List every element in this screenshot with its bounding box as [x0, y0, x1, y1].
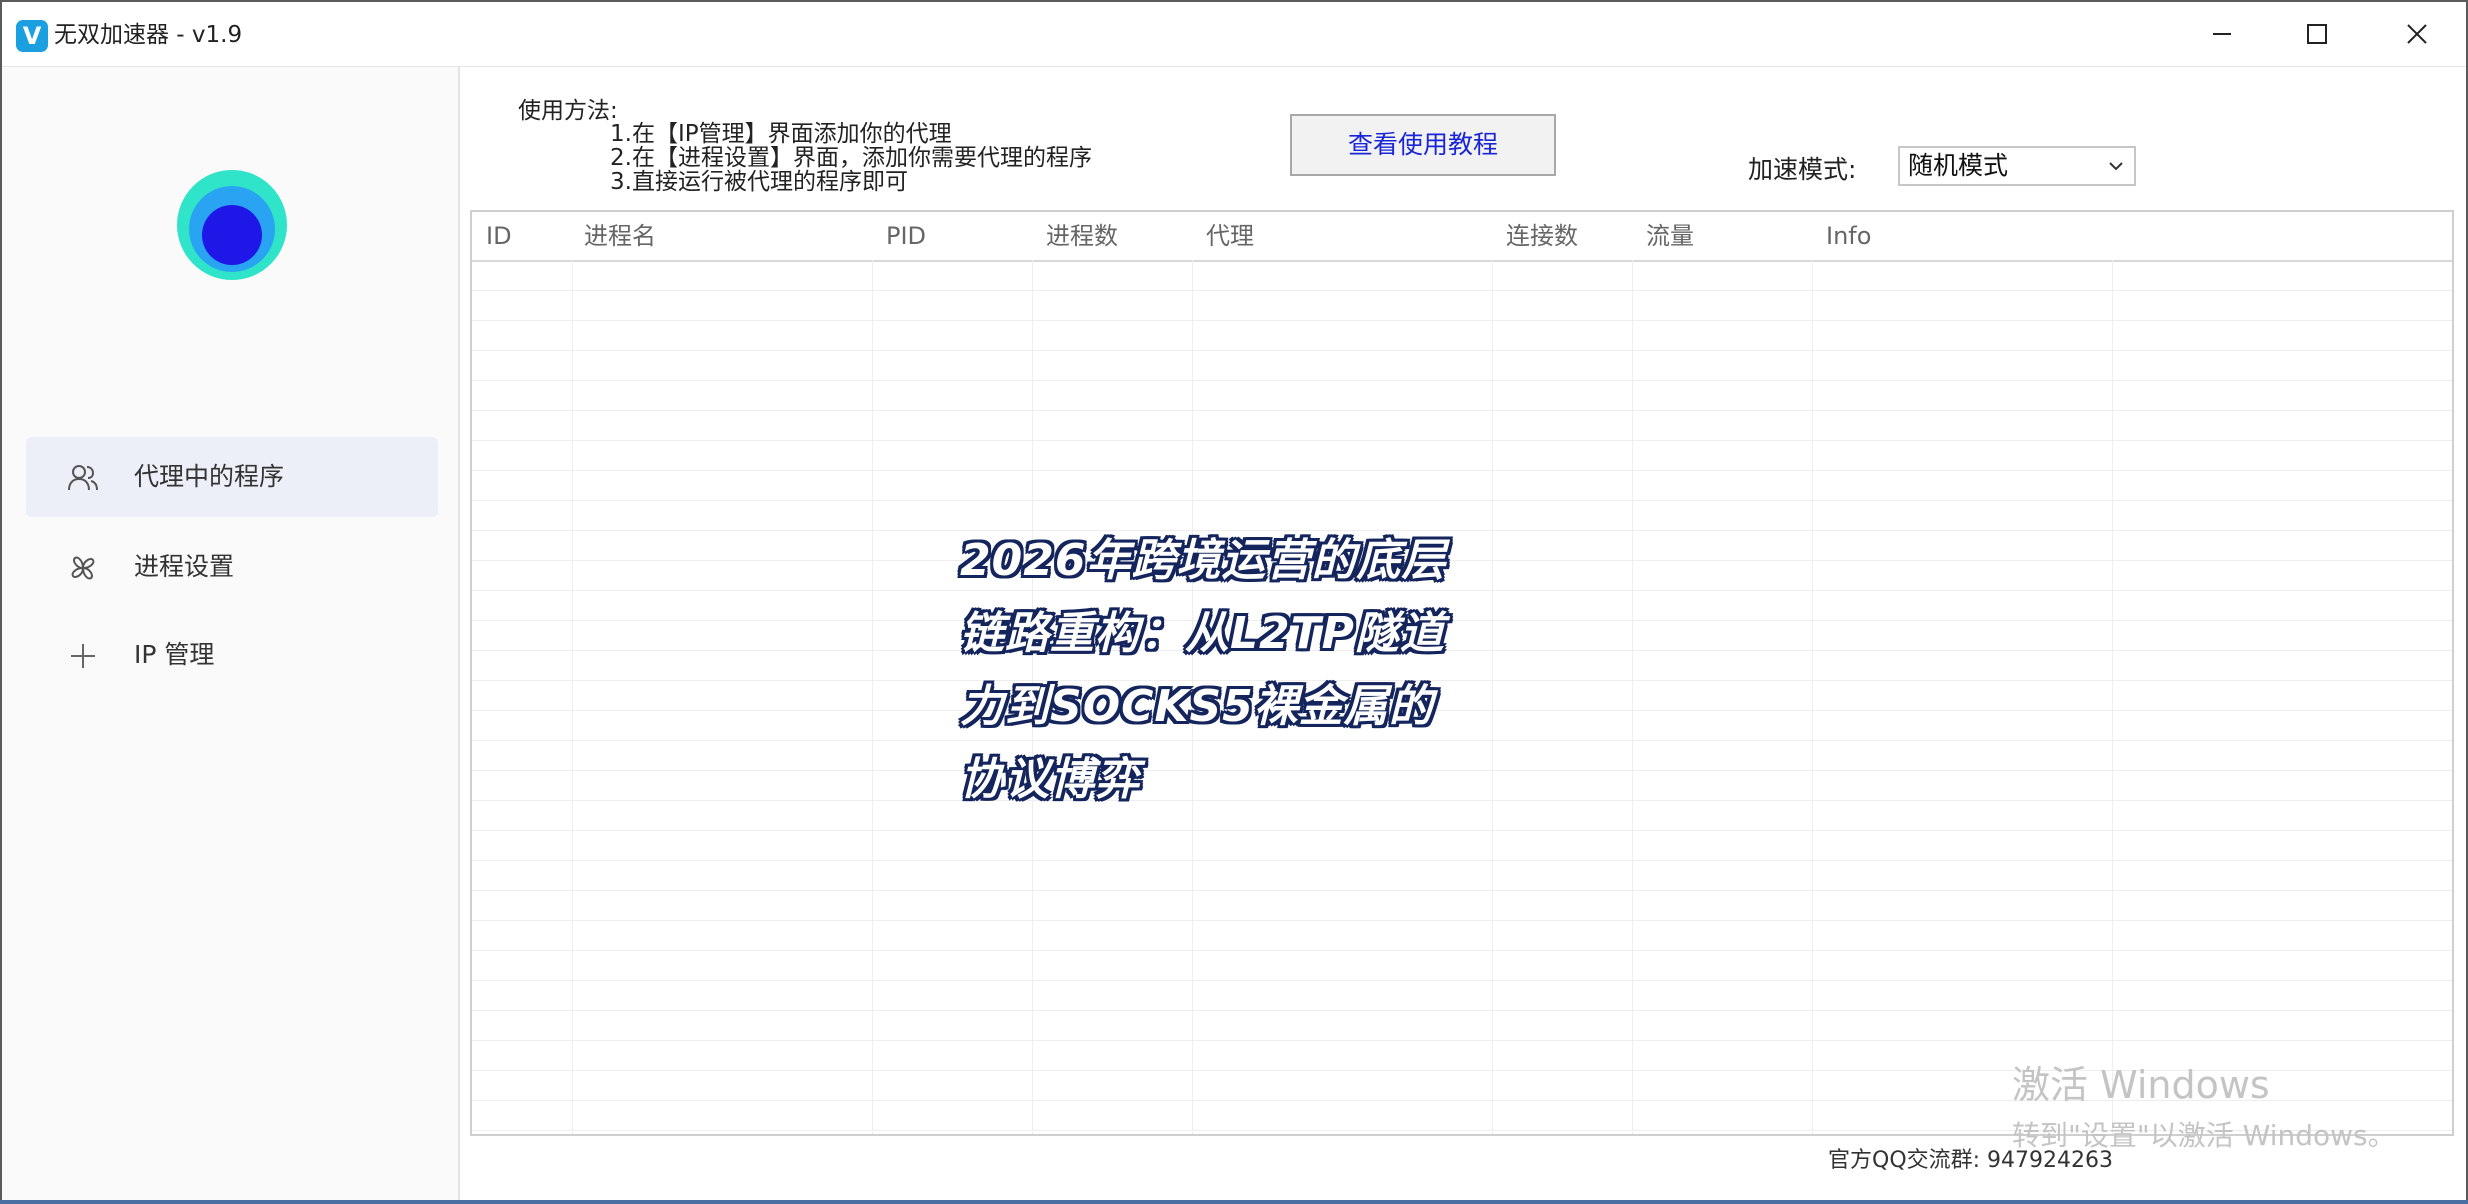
app-avatar-icon: [177, 170, 287, 280]
acceleration-mode-label: 加速模式:: [1748, 155, 1857, 184]
overlay-line: 2026年跨境运营的底层: [960, 535, 1447, 586]
column-header-connections[interactable]: 连接数: [1506, 212, 1578, 260]
plus-icon: [71, 644, 95, 668]
grid-row-line: [472, 890, 2452, 891]
overlay-line: 协议博弈: [960, 754, 1140, 805]
overlay-line: 力到SOCKS5裸金属的: [960, 681, 1434, 732]
sidebar-item-label: IP 管理: [134, 640, 215, 669]
grid-row-line: [472, 290, 2452, 291]
grid-row-line: [472, 950, 2452, 951]
window-title: 无双加速器 - v1.9: [54, 22, 243, 48]
grid-row-line: [472, 380, 2452, 381]
qq-group-footer: 官方QQ交流群: 947924263: [1828, 1148, 2114, 1173]
close-icon: [2407, 24, 2427, 44]
grid-column-line: [572, 260, 573, 1134]
grid-row-line: [472, 1010, 2452, 1011]
taskbar-edge: [0, 1200, 2468, 1204]
app-window: V 无双加速器 - v1.9 代理中的程序 进程设置 IP 管理 使用方法: 1…: [0, 0, 2468, 1204]
view-tutorial-button[interactable]: 查看使用教程: [1290, 114, 1556, 176]
grid-row-line: [472, 920, 2452, 921]
grid-row-line: [472, 320, 2452, 321]
column-header-pid[interactable]: PID: [886, 212, 926, 260]
table-header: ID 进程名 PID 进程数 代理 连接数 流量 Info: [472, 212, 2452, 262]
grid-column-line: [1812, 260, 1813, 1134]
minimize-button[interactable]: [2172, 2, 2272, 66]
column-header-proxy[interactable]: 代理: [1206, 212, 1254, 260]
usage-step: 3.直接运行被代理的程序即可: [610, 169, 908, 195]
maximize-icon: [2307, 24, 2327, 44]
article-title-overlay: 2026年跨境运营的底层 链路重构：从L2TP隧道 力到SOCKS5裸金属的 协…: [960, 524, 1580, 816]
column-header-process-name[interactable]: 进程名: [584, 212, 656, 260]
chevron-down-icon: [2109, 162, 2123, 171]
overlay-line: 链路重构：从L2TP隧道: [960, 608, 1445, 659]
grid-column-line: [1632, 260, 1633, 1134]
maximize-button[interactable]: [2267, 2, 2367, 66]
column-header-traffic[interactable]: 流量: [1646, 212, 1694, 260]
usage-title: 使用方法:: [518, 98, 618, 124]
grid-row-line: [472, 410, 2452, 411]
grid-column-line: [872, 260, 873, 1134]
sidebar-item-label: 进程设置: [134, 552, 235, 581]
sidebar: 代理中的程序 进程设置 IP 管理: [2, 67, 460, 1202]
sidebar-item-process-settings[interactable]: 进程设置: [26, 527, 438, 607]
grid-row-line: [472, 470, 2452, 471]
title-bar[interactable]: V 无双加速器 - v1.9: [2, 2, 2466, 67]
column-header-process-count[interactable]: 进程数: [1046, 212, 1118, 260]
grid-column-line: [2112, 260, 2113, 1134]
acceleration-mode-select[interactable]: 随机模式: [1898, 146, 2136, 186]
grid-row-line: [472, 350, 2452, 351]
app-logo-icon: V: [16, 20, 48, 52]
grid-row-line: [472, 980, 2452, 981]
mode-select-value: 随机模式: [1908, 151, 2009, 180]
grid-row-line: [472, 1040, 2452, 1041]
grid-row-line: [472, 860, 2452, 861]
sidebar-item-ip-management[interactable]: IP 管理: [26, 615, 438, 695]
grid-row-line: [472, 440, 2452, 441]
column-header-id[interactable]: ID: [486, 212, 512, 260]
settings-flower-icon: [71, 556, 95, 580]
sidebar-item-label: 代理中的程序: [134, 462, 285, 491]
column-header-info[interactable]: Info: [1826, 212, 1871, 260]
grid-row-line: [472, 500, 2452, 501]
sidebar-item-proxied-programs[interactable]: 代理中的程序: [26, 437, 438, 517]
users-icon: [68, 465, 98, 491]
grid-row-line: [472, 830, 2452, 831]
minimize-icon: [2213, 33, 2231, 35]
close-button[interactable]: [2367, 2, 2467, 66]
windows-activation-watermark-title: 激活 Windows: [2012, 1063, 2270, 1107]
